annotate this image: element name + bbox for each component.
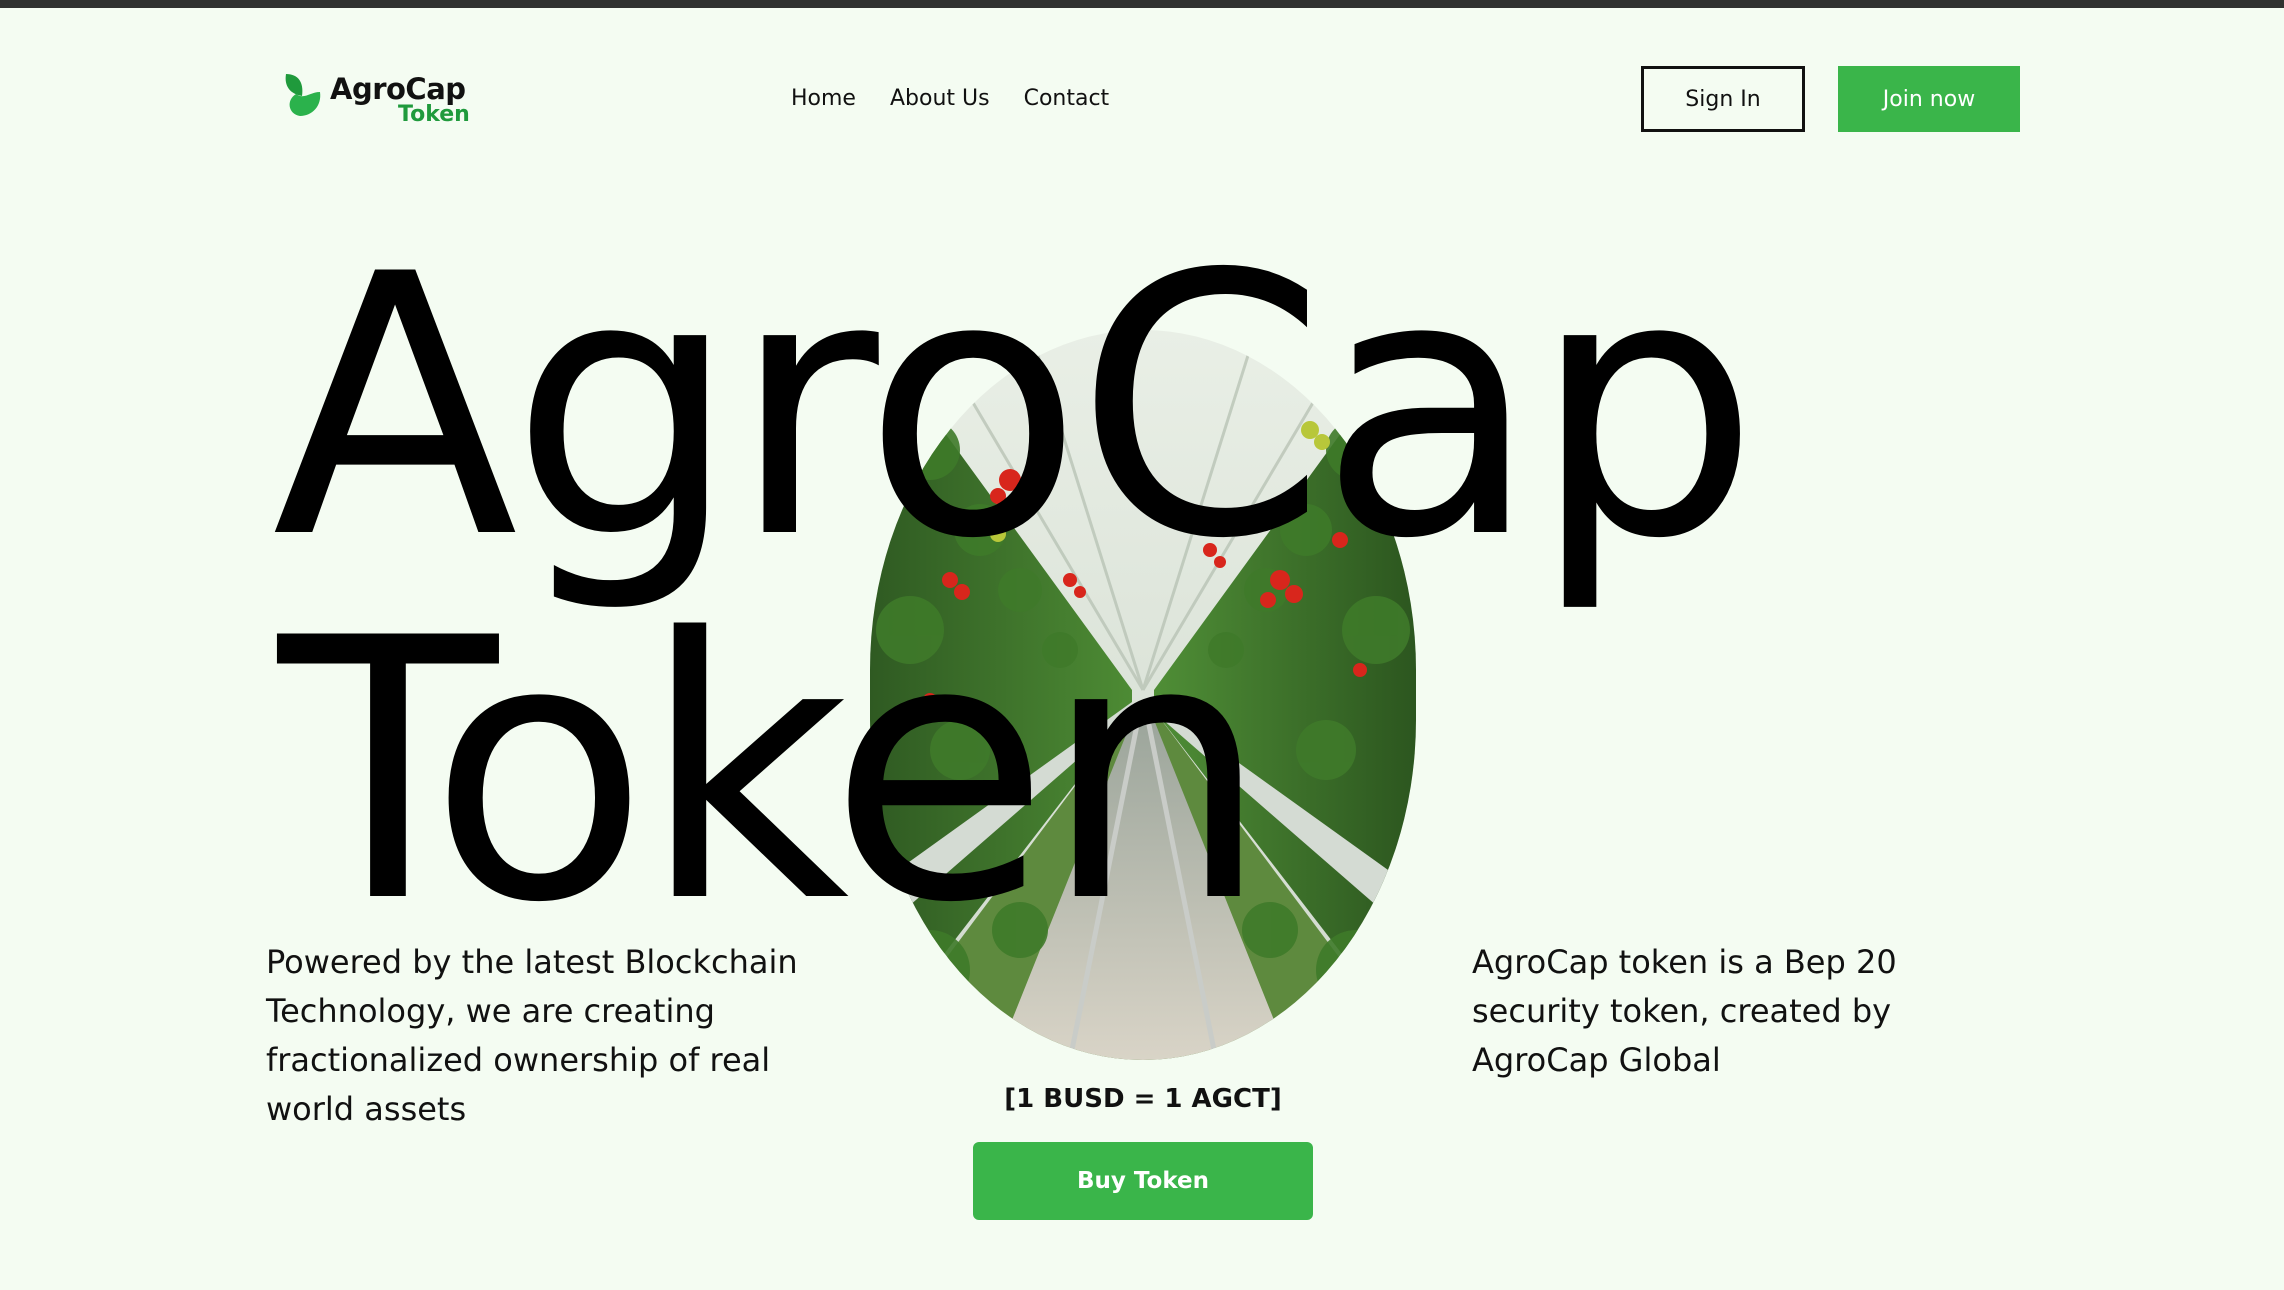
top-border: [0, 0, 2284, 8]
exchange-rate: [1 BUSD = 1 AGCT]: [1004, 1084, 1282, 1114]
hero-right-text: AgroCap token is a Bep 20 security token…: [1472, 943, 1897, 1079]
nav-about-us[interactable]: About Us: [890, 86, 990, 111]
buy-token-button[interactable]: Buy Token: [973, 1142, 1313, 1220]
hero-title-line-1: AgroCap: [272, 198, 1760, 617]
hero-title-line-2: Token: [278, 562, 1270, 981]
sign-in-button[interactable]: Sign In: [1641, 66, 1805, 132]
logo-subtitle: Token: [398, 102, 470, 127]
leaf-logo-icon: [285, 74, 321, 116]
agrocap-logo[interactable]: AgroCap Token: [282, 70, 482, 130]
nav-home[interactable]: Home: [791, 86, 856, 111]
main-nav: Home About Us Contact: [791, 86, 1109, 111]
join-now-button[interactable]: Join now: [1838, 66, 2020, 132]
logo-title: AgroCap: [330, 72, 466, 106]
nav-contact[interactable]: Contact: [1024, 86, 1110, 111]
hero-left-text: Powered by the latest Blockchain Technol…: [266, 943, 798, 1128]
